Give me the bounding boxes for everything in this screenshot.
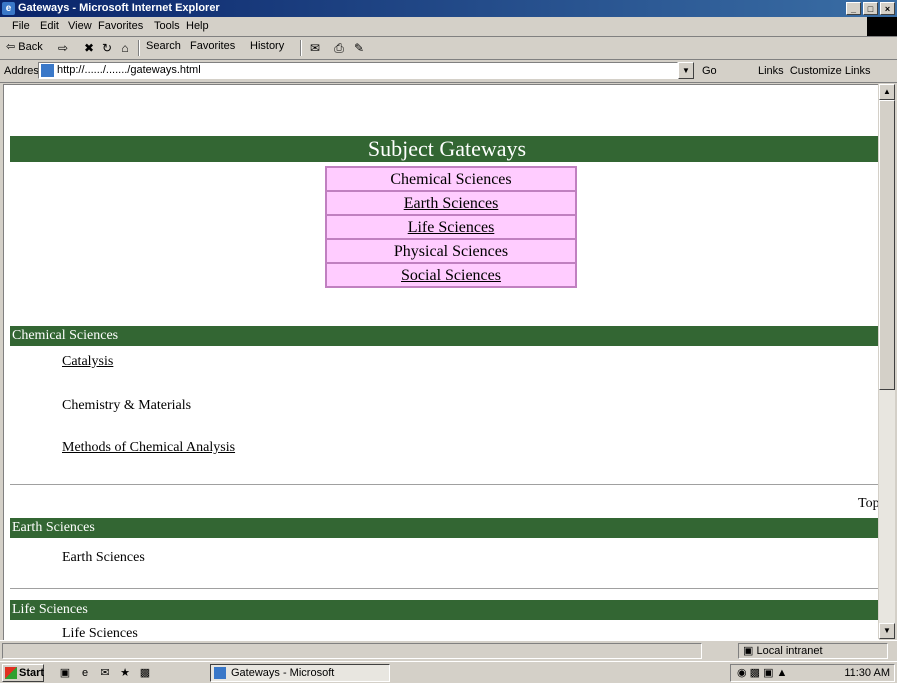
outlook-quicklaunch-icon[interactable]: ✉	[98, 666, 112, 680]
back-button[interactable]: ⇦ Back	[6, 40, 43, 53]
item-earth-sciences: Earth Sciences	[62, 550, 145, 565]
stop-button[interactable]: ✖	[82, 41, 96, 55]
window-title: Gateways - Microsoft Internet Explorer	[18, 2, 220, 14]
menu-bar: File Edit View Favorites Tools Help	[0, 17, 897, 37]
zone-label: Local intranet	[756, 645, 823, 657]
search-button[interactable]: Search	[146, 40, 181, 52]
home-button[interactable]: ⌂	[118, 41, 132, 55]
scroll-down-icon[interactable]: ▼	[879, 623, 895, 639]
section-header-earth: Earth Sciences	[10, 518, 884, 538]
title-bar: e Gateways - Microsoft Internet Explorer…	[0, 0, 897, 17]
edit-button[interactable]: ✎	[352, 41, 366, 55]
taskbar-window-button[interactable]: Gateways - Microsoft	[210, 664, 390, 682]
toolbar-separator	[138, 40, 140, 56]
address-input[interactable]: http://....../......./gateways.html	[38, 62, 678, 79]
ie-icon: e	[2, 2, 15, 15]
show-desktop-icon[interactable]: ▣	[58, 666, 72, 680]
menu-tools[interactable]: Tools	[154, 20, 180, 32]
ie-quicklaunch-icon[interactable]: e	[78, 666, 92, 680]
item-life-sciences: Life Sciences	[62, 626, 138, 638]
menu-help[interactable]: Help	[186, 20, 209, 32]
links-label: Links	[758, 65, 784, 77]
mail-button[interactable]: ✉	[308, 41, 322, 55]
refresh-button[interactable]: ↻	[100, 41, 114, 55]
favorites-button[interactable]: Favorites	[190, 40, 235, 52]
page-icon	[41, 64, 54, 77]
menu-view[interactable]: View	[68, 20, 92, 32]
menu-edit[interactable]: Edit	[40, 20, 59, 32]
print-button[interactable]: ⎙	[332, 41, 346, 55]
history-button[interactable]: History	[250, 40, 284, 52]
address-bar: Address http://....../......./gateways.h…	[0, 60, 897, 83]
section-divider	[10, 484, 884, 485]
top-link[interactable]: Top	[858, 496, 880, 512]
start-button[interactable]: Start	[2, 664, 44, 682]
section-header-life: Life Sciences	[10, 600, 884, 620]
go-button[interactable]: Go	[702, 65, 717, 77]
tray-icons[interactable]: ◉ ▩ ▣ ▲	[737, 665, 787, 681]
windows-flag-icon	[5, 667, 17, 679]
subject-nav-table: Chemical Sciences Earth Sciences Life Sc…	[325, 166, 577, 288]
windows-logo-icon	[867, 17, 897, 36]
address-url: http://....../......./gateways.html	[57, 64, 201, 76]
section-header-chemical: Chemical Sciences	[10, 326, 884, 346]
links-customize[interactable]: Customize Links	[790, 65, 871, 77]
ie-task-icon	[214, 667, 226, 679]
minimize-button[interactable]: _	[846, 2, 861, 15]
quicklaunch-icon[interactable]: ▩	[138, 666, 152, 680]
nav-physical-sciences[interactable]: Physical Sciences	[326, 239, 576, 263]
start-label: Start	[19, 667, 45, 679]
taskbar-window-label: Gateways - Microsoft	[231, 667, 335, 679]
menu-favorites[interactable]: Favorites	[98, 20, 143, 32]
status-bar: ▣ Local intranet	[0, 640, 897, 661]
vertical-scrollbar[interactable]: ▲ ▼	[878, 84, 895, 639]
window-controls: _ □ ×	[846, 2, 895, 15]
nav-chemical-sciences[interactable]: Chemical Sciences	[326, 167, 576, 191]
standard-toolbar: ⇦ Back ⇨ ✖ ↻ ⌂ Search Favorites History …	[0, 37, 897, 60]
section-divider	[10, 588, 884, 589]
item-chemistry-materials: Chemistry & Materials	[62, 398, 192, 413]
status-zone: ▣ Local intranet	[738, 643, 888, 659]
address-dropdown-button[interactable]: ▼	[678, 62, 694, 79]
clock: 11:30 AM	[844, 667, 890, 679]
page-banner: Subject Gateways	[10, 136, 884, 162]
links-toolbar[interactable]: Links Customize Links	[758, 65, 871, 77]
link-catalysis[interactable]: Catalysis	[62, 354, 113, 370]
forward-button[interactable]: ⇨	[56, 41, 70, 55]
taskbar: Start ▣ e ✉ ★ ▩ Gateways - Microsoft ◉ ▩…	[0, 661, 897, 683]
maximize-button[interactable]: □	[863, 2, 878, 15]
scroll-thumb[interactable]	[879, 100, 895, 390]
menu-file[interactable]: File	[12, 20, 30, 32]
system-tray: ◉ ▩ ▣ ▲ 11:30 AM	[730, 664, 895, 682]
close-button[interactable]: ×	[880, 2, 895, 15]
zone-icon: ▣	[743, 645, 754, 657]
toolbar-separator	[300, 40, 302, 56]
status-text	[2, 643, 702, 659]
nav-social-sciences[interactable]: Social Sciences	[326, 263, 576, 287]
nav-life-sciences[interactable]: Life Sciences	[326, 215, 576, 239]
nav-earth-sciences[interactable]: Earth Sciences	[326, 191, 576, 215]
scroll-up-icon[interactable]: ▲	[879, 84, 895, 100]
link-methods-chemical-analysis[interactable]: Methods of Chemical Analysis	[62, 440, 235, 456]
quicklaunch-icon[interactable]: ★	[118, 666, 132, 680]
